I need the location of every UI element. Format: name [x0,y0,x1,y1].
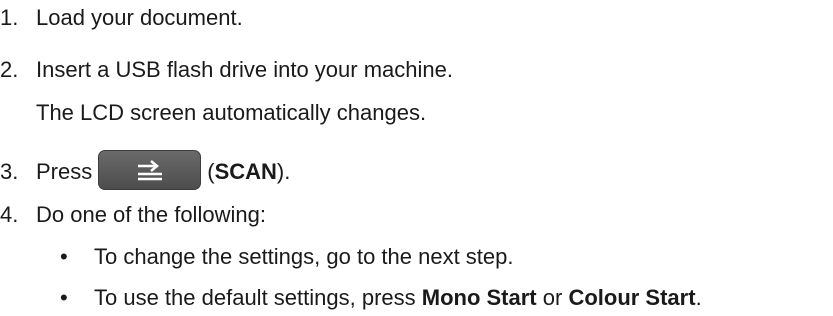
step-text: Load your document. [36,5,243,30]
bullet-text-mid: or [536,285,569,310]
step-3: 3. Press (SCAN). [0,150,833,193]
step-number: 4. [0,202,19,227]
bullet-text-post: . [695,285,702,310]
step-text: Press (SCAN). [36,150,291,193]
scan-label: SCAN [214,159,277,184]
bullet-marker: • [60,285,68,310]
bullet-text-pre: To use the default settings, press [94,285,422,310]
bullet-marker: • [60,244,68,269]
step-number: 2. [0,57,19,82]
scan-button[interactable] [98,150,202,191]
bullet-text: To change the settings, go to the next s… [94,244,514,269]
step-note: The LCD screen automatically changes. [36,100,427,125]
bullet-text: To use the default settings, press Mono … [94,285,702,311]
step-text: Insert a USB flash drive into your machi… [36,57,453,82]
instructions-document: 1. Load your document. 2. Insert a USB f… [0,0,833,316]
colour-start-label: Colour Start [568,285,696,310]
scan-paren-close: ). [276,159,291,184]
step-text: Do one of the following: [36,202,266,227]
step-number: 3. [0,159,19,184]
step-number: 1. [0,5,19,30]
scan-paren-open: ( [207,159,215,184]
mono-start-label: Mono Start [421,285,537,310]
press-label: Press [36,159,93,184]
scan-icon [138,160,163,181]
